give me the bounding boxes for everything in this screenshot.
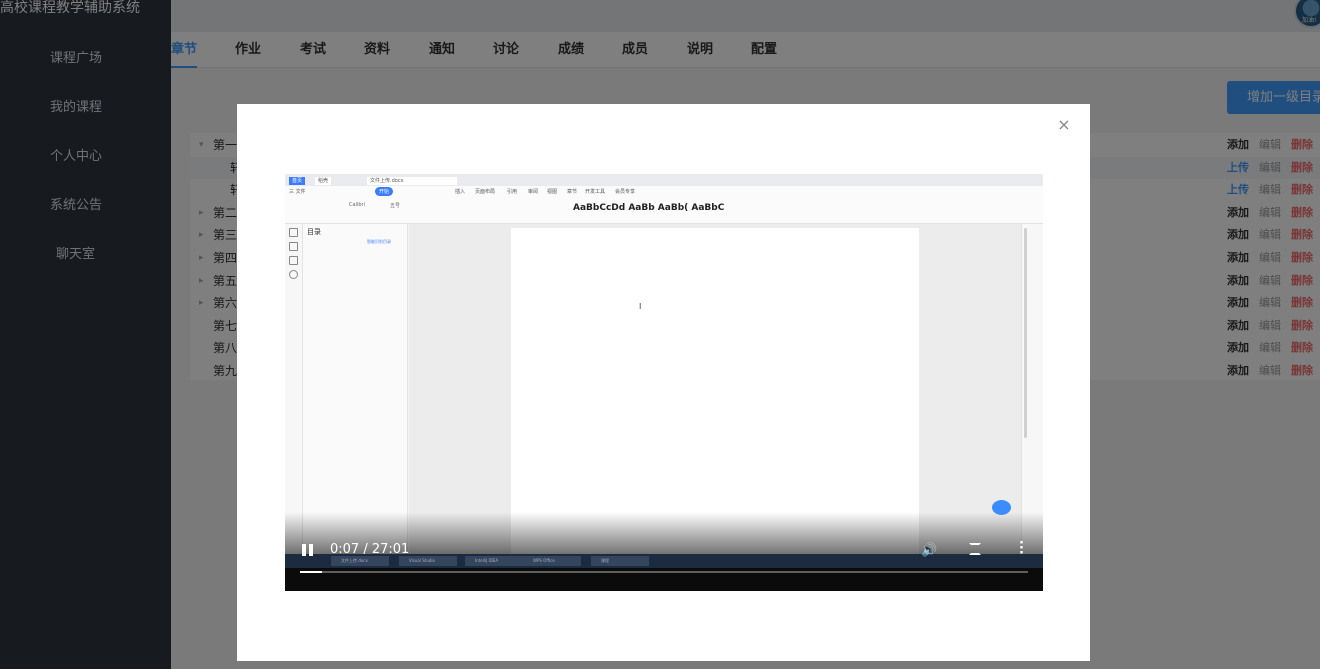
video-screen-scrollbar (1024, 228, 1027, 438)
video-screen-style-preview: AaBbCcDd AaBb AaBb( AaBbC (573, 203, 725, 213)
video-screen-menu-item: 三 文件 (289, 189, 306, 195)
video-screen-text-cursor: I (639, 302, 642, 311)
video-screen-page (511, 228, 919, 558)
video-screen-tab-wps: 稻壳 (315, 177, 332, 185)
video-screen-search-icon (289, 270, 298, 279)
video-time: 0:07 / 27:01 (330, 542, 410, 557)
video-screen-menu-item: 开始 (375, 187, 394, 196)
video-screen-menu-item: 视图 (547, 189, 558, 195)
video-progress-bar[interactable] (300, 571, 1028, 573)
video-screen-bookmark-icon (289, 256, 298, 265)
video-screen-titlebar: 首页 稻壳 文件上传.docx (285, 174, 1043, 186)
video-screen-menu-item: 审阅 (528, 189, 539, 195)
video-progress-fill (300, 571, 322, 573)
video-screen-taskbar-item: WPS Office (523, 556, 581, 566)
pause-icon[interactable] (302, 544, 314, 556)
video-screen-rightbar (1021, 224, 1043, 554)
video-screen-tab-doc: 文件上传.docx (367, 177, 457, 185)
video-screen-ribbon: Calibri 五号 AaBbCcDd AaBb AaBb( AaBbC (285, 198, 1043, 224)
video-screen-menu-item: 会员专享 (615, 189, 636, 195)
volume-icon[interactable]: 🔊 (921, 543, 937, 558)
video-screen-taskbar-item: IntelliJ IDEA (465, 556, 523, 566)
video-screen-toc-panel: 目录 智能识别目录 (303, 224, 408, 554)
video-screen-leftbar (285, 224, 303, 554)
video-screen-menu-item: 引用 (507, 189, 518, 195)
video-screen-doc-area (409, 224, 1021, 558)
close-icon[interactable]: × (1057, 117, 1071, 133)
video-screen-toc-title: 目录 (307, 228, 321, 236)
video-screen-font-name: Calibri (349, 202, 365, 208)
video-screen-toc-icon (289, 228, 298, 237)
video-screen-tab-home: 首页 (289, 177, 306, 185)
video-screen-menu-item: 开发工具 (585, 189, 606, 195)
video-screen-menu-item: 页面布局 (475, 189, 496, 195)
video-screen-menubar: 三 文件 开始 插入 页面布局 引用 审阅 视图 章节 开发工具 会员专享 (285, 186, 1043, 198)
video-screen-taskbar-item: 课程 (591, 556, 649, 566)
video-player[interactable]: 首页 稻壳 文件上传.docx 三 文件 开始 插入 页面布局 引用 审阅 视图 章节 开发工具… (285, 174, 1043, 591)
video-screen-folder-icon (289, 242, 298, 251)
fullscreen-icon[interactable] (969, 543, 981, 555)
video-screen-toc-smart: 智能识别目录 (367, 239, 391, 244)
video-screen-font-size: 五号 (390, 203, 401, 209)
video-screen-menu-item: 插入 (455, 189, 466, 195)
video-screen-menu-item: 章节 (567, 189, 578, 195)
more-options-icon[interactable]: · · · (1019, 537, 1024, 560)
